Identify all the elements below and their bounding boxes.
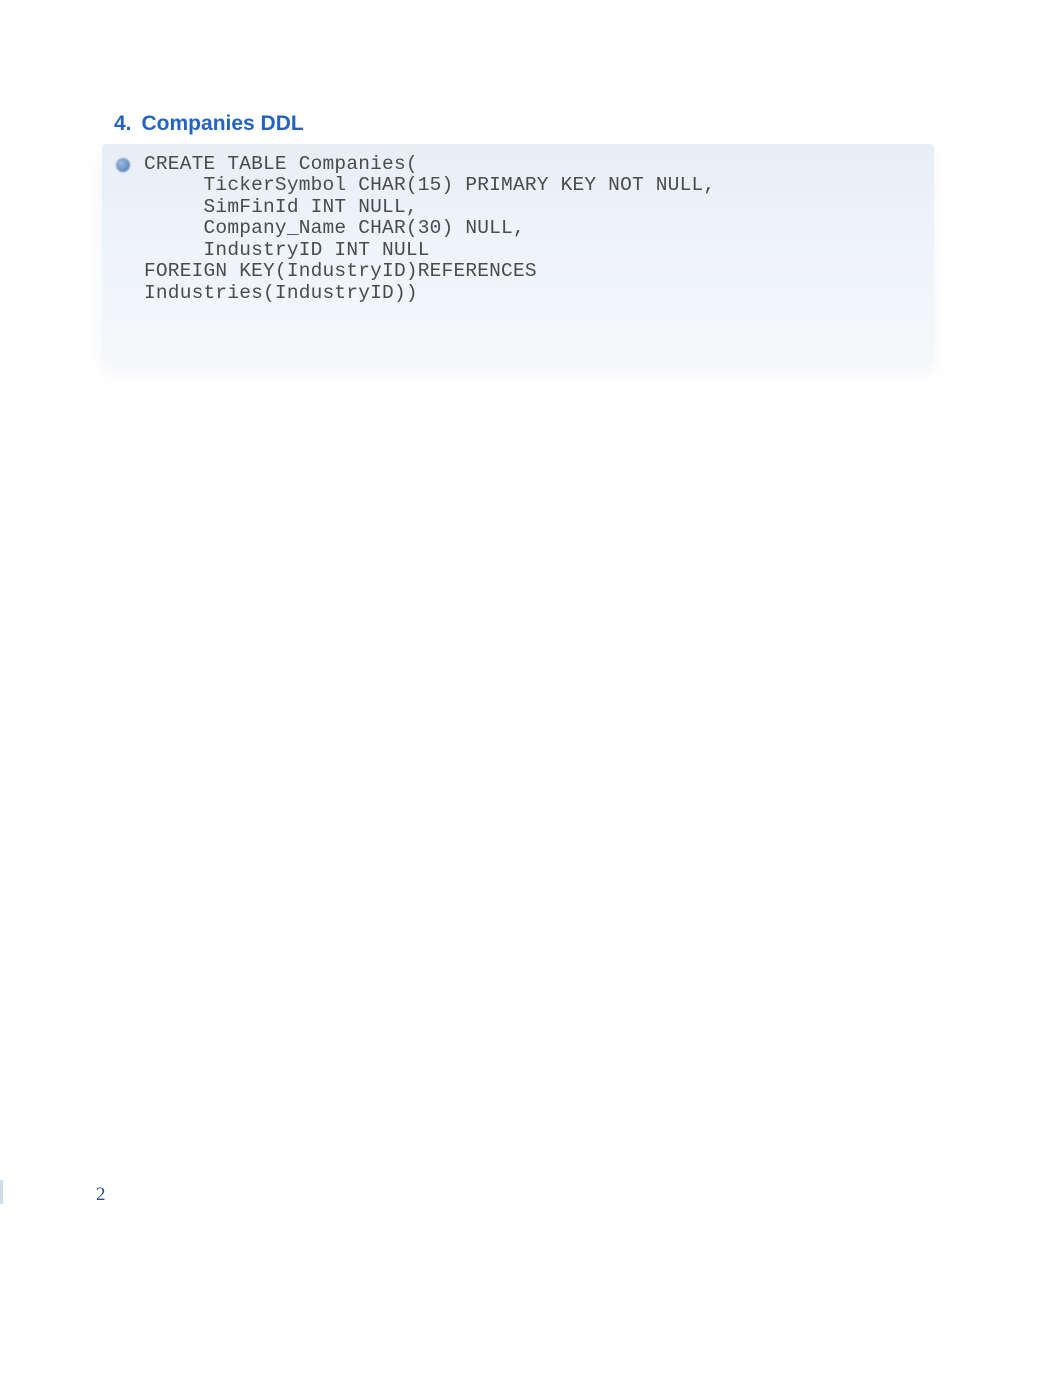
page-edge-marker	[0, 1180, 3, 1204]
page-container: 4. Companies DDL CREATE TABLE Companies(…	[0, 0, 1062, 1376]
section-number: 4.	[114, 112, 132, 136]
code-block: CREATE TABLE Companies( TickerSymbol CHA…	[102, 144, 934, 364]
page-number: 2	[96, 1184, 106, 1206]
section-title: Companies DDL	[142, 112, 304, 136]
bullet-icon	[116, 158, 130, 172]
section-header: 4. Companies DDL	[114, 112, 966, 136]
code-content: CREATE TABLE Companies( TickerSymbol CHA…	[144, 154, 918, 304]
